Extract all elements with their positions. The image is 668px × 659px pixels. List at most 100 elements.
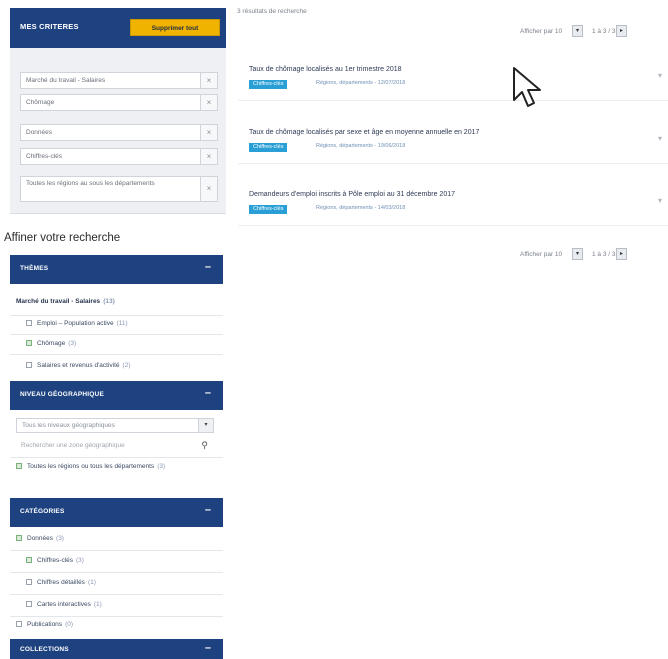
pager-top: Afficher par 10 ▾ 1 à 3 / 3 ▸ bbox=[520, 24, 668, 40]
criteria-header: MES CRITERES Supprimer tout bbox=[10, 8, 226, 48]
item-count: (1) bbox=[93, 601, 102, 608]
pager-bottom: Afficher par 10 ▾ 1 à 3 / 3 ▸ bbox=[520, 247, 668, 263]
collapse-icon[interactable]: – bbox=[205, 504, 211, 516]
result-title[interactable]: Taux de chômage localisés par sexe et âg… bbox=[249, 129, 479, 136]
divider bbox=[10, 354, 223, 355]
geo-search-placeholder: Rechercher une zone géographique bbox=[21, 442, 125, 449]
result-item[interactable]: Demandeurs d'emploi inscrits à Pôle empl… bbox=[238, 180, 668, 226]
item-count: (3) bbox=[56, 535, 64, 542]
category-badge: Chiffres-clés bbox=[249, 143, 288, 152]
geo-search-input[interactable]: Rechercher une zone géographique ⚲ bbox=[16, 439, 214, 454]
page-range: 1 à 3 / 3 bbox=[592, 28, 616, 35]
category-checkbox-item[interactable]: Publications (0) bbox=[16, 621, 73, 628]
search-icon[interactable]: ⚲ bbox=[201, 440, 208, 451]
category-badge: Chiffres-clés bbox=[249, 80, 288, 89]
item-count: (13) bbox=[103, 298, 115, 305]
checkbox[interactable] bbox=[16, 463, 22, 469]
criterion-item: Chômage × bbox=[20, 94, 218, 111]
expand-chevron-icon[interactable]: ▾ bbox=[658, 196, 662, 205]
next-page-button[interactable]: ▸ bbox=[616, 248, 627, 260]
checkbox[interactable] bbox=[26, 601, 32, 607]
mouse-pointer-icon bbox=[513, 67, 541, 107]
result-title[interactable]: Demandeurs d'emploi inscrits à Pôle empl… bbox=[249, 191, 455, 198]
result-item[interactable]: Taux de chômage localisés au 1er trimest… bbox=[238, 55, 668, 101]
criterion-item: Marché du travail - Salaires × bbox=[20, 72, 218, 89]
facet-heading: CATÉGORIES bbox=[20, 508, 65, 515]
expand-chevron-icon[interactable]: ▾ bbox=[658, 134, 662, 143]
results-count: 3 résultats de recherche bbox=[237, 8, 307, 15]
divider bbox=[10, 594, 223, 595]
remove-criterion-icon[interactable]: × bbox=[200, 149, 217, 164]
expand-chevron-icon[interactable]: ▾ bbox=[658, 71, 662, 80]
theme-label: Salaires et revenus d'activité bbox=[37, 362, 120, 369]
item-count: (3) bbox=[157, 463, 166, 470]
checkbox[interactable] bbox=[26, 362, 32, 368]
criterion-item: Toutes les régions au sous les départeme… bbox=[20, 176, 218, 202]
item-count: (3) bbox=[68, 340, 77, 347]
checkbox[interactable] bbox=[26, 579, 32, 585]
facet-body-geo-level: Tous les niveaux géographiques ▾ Recherc… bbox=[10, 410, 223, 498]
criterion-label: Toutes les régions au sous les départeme… bbox=[26, 180, 155, 187]
chevron-down-icon[interactable]: ▾ bbox=[198, 419, 213, 432]
criterion-label: Marché du travail - Salaires bbox=[26, 77, 106, 84]
collapse-icon[interactable]: – bbox=[205, 642, 211, 654]
geo-level-select[interactable]: Tous les niveaux géographiques ▾ bbox=[16, 418, 214, 433]
item-count: (11) bbox=[116, 320, 128, 327]
theme-label: Chômage bbox=[37, 340, 66, 347]
category-checkbox-item[interactable]: Chiffres-clés (3) bbox=[26, 557, 84, 564]
result-meta: Régions, départements - 19/06/2018 bbox=[316, 143, 406, 149]
remove-criterion-icon[interactable]: × bbox=[200, 95, 217, 110]
collapse-icon[interactable]: – bbox=[205, 261, 211, 273]
result-meta: Régions, départements - 14/03/2018 bbox=[316, 205, 406, 211]
category-badge: Chiffres-clés bbox=[249, 205, 288, 214]
item-count: (1) bbox=[87, 579, 96, 586]
selected-criteria-list: Marché du travail - Salaires × Chômage ×… bbox=[10, 48, 226, 214]
divider bbox=[10, 616, 223, 617]
category-checkbox-item[interactable]: Données (3) bbox=[16, 535, 64, 542]
item-count: (0) bbox=[65, 621, 74, 628]
facet-header-collections[interactable]: COLLECTIONS – bbox=[10, 639, 223, 659]
divider bbox=[10, 550, 223, 551]
remove-criterion-icon[interactable]: × bbox=[200, 177, 217, 201]
geo-level-value: Tous les niveaux géographiques bbox=[22, 422, 115, 429]
category-label: Publications bbox=[27, 621, 63, 628]
geo-checkbox-item[interactable]: Toutes les régions ou tous les départeme… bbox=[16, 463, 176, 471]
clear-all-button[interactable]: Supprimer tout bbox=[130, 19, 220, 36]
facet-header-geo-level[interactable]: NIVEAU GÉOGRAPHIQUE – bbox=[10, 381, 223, 410]
checkbox[interactable] bbox=[16, 621, 22, 627]
divider bbox=[10, 572, 223, 573]
collapse-icon[interactable]: – bbox=[205, 387, 211, 399]
geo-label: Toutes les régions ou tous les départeme… bbox=[27, 463, 155, 470]
remove-criterion-icon[interactable]: × bbox=[200, 73, 217, 88]
checkbox[interactable] bbox=[26, 340, 32, 346]
page-size-label: Afficher par 10 bbox=[520, 251, 563, 258]
facet-body-themes: Marché du travail - Salaires (13) Emploi … bbox=[10, 284, 223, 381]
category-label: Chiffres détaillés bbox=[37, 579, 85, 586]
remove-criterion-icon[interactable]: × bbox=[200, 125, 217, 140]
page-size-select[interactable]: ▾ bbox=[572, 25, 583, 37]
category-checkbox-item[interactable]: Cartes interactives (1) bbox=[26, 601, 102, 608]
theme-checkbox-item[interactable]: Chômage (3) bbox=[26, 340, 76, 347]
divider bbox=[10, 457, 223, 458]
next-page-button[interactable]: ▸ bbox=[616, 25, 627, 37]
theme-parent-item[interactable]: Marché du travail - Salaires (13) bbox=[16, 298, 115, 305]
result-meta: Régions, départements - 12/07/2018 bbox=[316, 80, 406, 86]
criterion-item: Chiffres-clés × bbox=[20, 148, 218, 165]
theme-checkbox-item[interactable]: Emploi – Population active (11) bbox=[26, 320, 128, 327]
category-checkbox-item[interactable]: Chiffres détaillés (1) bbox=[26, 579, 96, 586]
facet-header-categories[interactable]: CATÉGORIES – bbox=[10, 498, 223, 527]
checkbox[interactable] bbox=[26, 320, 32, 326]
result-title[interactable]: Taux de chômage localisés au 1er trimest… bbox=[249, 66, 402, 73]
page-range: 1 à 3 / 3 bbox=[592, 251, 616, 258]
checkbox[interactable] bbox=[16, 535, 22, 541]
theme-checkbox-item[interactable]: Salaires et revenus d'activité (2) bbox=[26, 362, 131, 369]
result-item[interactable]: Taux de chômage localisés par sexe et âg… bbox=[238, 118, 668, 164]
facet-heading: THÈMES bbox=[20, 265, 49, 272]
divider bbox=[10, 315, 223, 316]
item-count: (2) bbox=[122, 362, 131, 369]
theme-parent-label: Marché du travail - Salaires bbox=[16, 298, 101, 305]
page-size-select[interactable]: ▾ bbox=[572, 248, 583, 260]
checkbox[interactable] bbox=[26, 557, 32, 563]
criterion-label: Données bbox=[26, 129, 53, 136]
facet-header-themes[interactable]: THÈMES – bbox=[10, 255, 223, 284]
